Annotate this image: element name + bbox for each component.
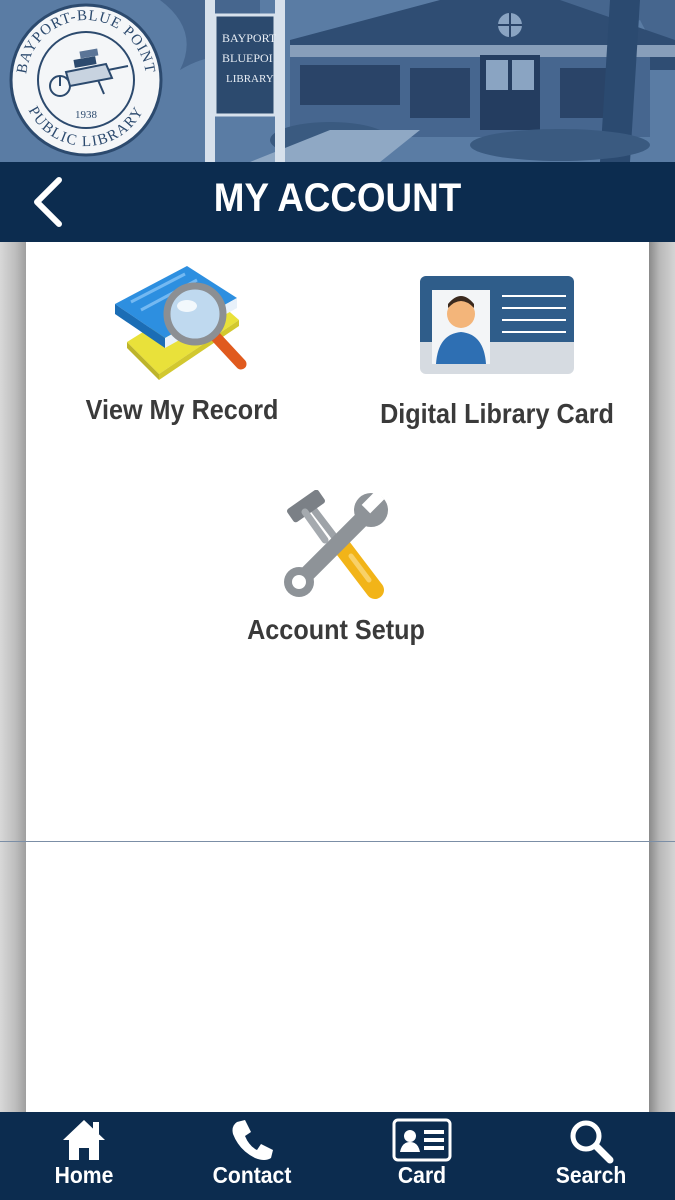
nav-contact-label: Contact — [212, 1162, 292, 1188]
left-rail — [0, 242, 26, 1112]
library-seal-logo: BAYPORT-BLUE POINT PUBLIC LIBRARY 1938 — [9, 3, 163, 157]
svg-text:BAYPORT: BAYPORT — [222, 31, 277, 45]
id-card-icon — [420, 276, 574, 374]
card-icon — [392, 1118, 452, 1162]
page-title: MY ACCOUNT — [213, 176, 462, 220]
phone-icon — [232, 1120, 273, 1160]
library-banner: BAYPORT BLUEPOI LIBRARY BAYPORT-BLUE POI… — [0, 0, 675, 162]
nav-search[interactable]: Search — [507, 1112, 675, 1200]
nav-home-label: Home — [54, 1162, 114, 1188]
tools-icon — [284, 490, 388, 599]
account-setup-label: Account Setup — [247, 614, 425, 645]
nav-home[interactable]: Home — [0, 1112, 168, 1200]
content-divider — [0, 841, 675, 842]
digital-library-card-label: Digital Library Card — [380, 398, 614, 429]
svg-text:LIBRARY: LIBRARY — [226, 73, 274, 85]
svg-text:1938: 1938 — [75, 109, 98, 121]
search-icon — [570, 1120, 614, 1164]
view-my-record-tile[interactable]: View My Record — [62, 262, 302, 426]
view-my-record-label: View My Record — [85, 394, 279, 425]
nav-search-label: Search — [555, 1162, 627, 1188]
svg-text:BLUEPOI: BLUEPOI — [222, 51, 273, 65]
right-rail — [649, 242, 675, 1112]
bottom-navigation: Home Contact Card Search — [0, 1112, 675, 1200]
nav-contact[interactable]: Contact — [168, 1112, 336, 1200]
library-building-image: BAYPORT BLUEPOI LIBRARY BAYPORT-BLUE POI… — [0, 0, 675, 162]
home-icon — [63, 1120, 105, 1160]
app-header: MY ACCOUNT — [0, 162, 675, 243]
digital-library-card-tile[interactable]: Digital Library Card — [366, 274, 628, 430]
nav-card[interactable]: Card — [338, 1112, 506, 1200]
account-setup-tile[interactable]: Account Setup — [216, 490, 456, 646]
nav-card-label: Card — [397, 1162, 447, 1188]
book-magnifier-icon — [115, 266, 247, 380]
